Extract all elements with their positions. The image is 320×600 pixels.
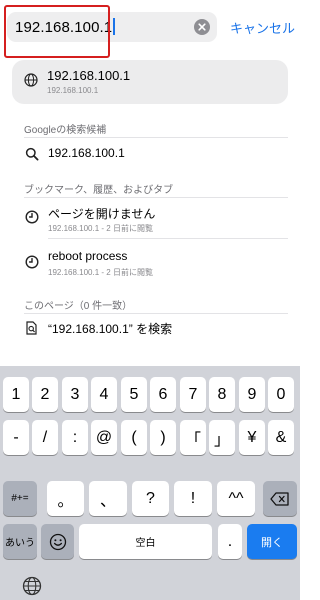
key-7[interactable]: 7 — [180, 377, 206, 412]
key-5[interactable]: 5 — [121, 377, 147, 412]
text-cursor — [113, 18, 116, 35]
key-slash[interactable]: / — [32, 420, 58, 455]
key-0[interactable]: 0 — [268, 377, 294, 412]
find-in-page-text: “192.168.100.1” を検索 — [48, 322, 173, 336]
key-2[interactable]: 2 — [32, 377, 58, 412]
history-section-header: ブックマーク、履歴、およびタブ — [24, 185, 174, 196]
divider — [24, 197, 288, 198]
emoji-key[interactable] — [41, 524, 74, 559]
cancel-button[interactable]: キャンセル — [230, 18, 295, 37]
divider — [24, 313, 288, 314]
top-hit-title: 192.168.100.1 — [47, 68, 131, 83]
kana-mode-key[interactable]: あいう — [3, 524, 37, 559]
clock-icon — [25, 210, 39, 224]
delete-key[interactable] — [263, 481, 297, 516]
divider — [48, 238, 288, 239]
space-key[interactable]: 空白 — [79, 524, 212, 559]
globe-icon[interactable] — [22, 576, 42, 596]
key-yen[interactable]: ¥ — [239, 420, 265, 455]
annotation-highlight-box — [4, 5, 110, 58]
key-caret-face[interactable]: ^^ — [217, 481, 255, 516]
key-hyphen[interactable]: - — [3, 420, 29, 455]
clock-icon — [25, 255, 39, 269]
key-4[interactable]: 4 — [91, 377, 117, 412]
key-at[interactable]: @ — [91, 420, 117, 455]
keyboard: 1 2 3 4 5 6 7 8 9 0 - / : @ ( ) 「 」 ¥ & … — [0, 366, 300, 600]
key-open-bracket[interactable]: 「 — [180, 420, 206, 455]
clear-icon[interactable] — [194, 19, 210, 35]
key-3[interactable]: 3 — [62, 377, 88, 412]
history-item-subtitle: 192.168.100.1 - 2 日前に閲覧 — [48, 268, 153, 277]
go-button[interactable]: 開く — [247, 524, 297, 559]
key-exclamation[interactable]: ! — [174, 481, 212, 516]
divider — [24, 137, 288, 138]
history-item-title: ページを開けません — [48, 207, 156, 221]
key-colon[interactable]: : — [62, 420, 88, 455]
symbols-mode-key[interactable]: #+= — [3, 481, 37, 516]
history-item-subtitle: 192.168.100.1 - 2 日前に閲覧 — [48, 224, 153, 233]
key-comma-jp[interactable]: 、 — [89, 481, 127, 516]
key-6[interactable]: 6 — [150, 377, 176, 412]
history-item-title: reboot process — [48, 249, 128, 263]
top-hit-suggestion[interactable]: 192.168.100.1 192.168.100.1 — [12, 60, 288, 104]
key-period-jp[interactable]: 。 — [47, 481, 84, 516]
key-9[interactable]: 9 — [239, 377, 265, 412]
globe-icon — [24, 73, 38, 87]
find-in-page-icon — [26, 321, 37, 335]
page-section-header: このページ（0 件一致） — [24, 301, 133, 312]
key-close-paren[interactable]: ) — [150, 420, 176, 455]
key-ampersand[interactable]: & — [268, 420, 294, 455]
key-close-bracket[interactable]: 」 — [209, 420, 235, 455]
key-8[interactable]: 8 — [209, 377, 235, 412]
emoji-icon — [49, 533, 66, 550]
google-suggestion-text: 192.168.100.1 — [48, 146, 125, 160]
key-1[interactable]: 1 — [3, 377, 29, 412]
key-open-paren[interactable]: ( — [121, 420, 147, 455]
search-icon — [25, 147, 39, 161]
top-hit-subtitle: 192.168.100.1 — [47, 86, 99, 95]
backspace-icon — [270, 491, 289, 506]
key-period[interactable]: . — [218, 524, 242, 559]
google-section-header: Googleの検索候補 — [24, 125, 107, 136]
key-question[interactable]: ? — [132, 481, 169, 516]
top-bar: 192.168.100.1 キャンセル — [0, 0, 300, 58]
